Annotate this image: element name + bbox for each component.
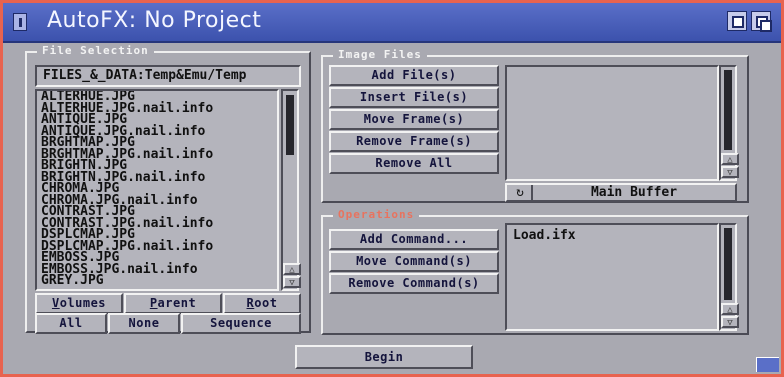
scroll-down-arrow-icon[interactable]: ▽ [721,316,739,328]
operations-scroll-knob[interactable] [724,228,732,300]
file-selection-label: File Selection [37,44,154,57]
scroll-up-arrow-icon[interactable]: △ [721,303,739,315]
image-files-label: Image Files [333,48,427,61]
close-gadget-icon[interactable] [13,13,27,31]
move-frames-button[interactable]: Move Frame(s) [329,109,499,130]
cycle-icon[interactable]: ↻ [509,185,533,200]
select-none-button[interactable]: None [108,313,180,334]
operations-label: Operations [333,208,420,221]
root-button[interactable]: Root [223,293,301,314]
image-files-scroll-track[interactable] [723,69,733,151]
file-list-scroll-knob[interactable] [286,95,294,155]
file-list[interactable]: ALTERHUE.JPG ALTERHUE.JPG.nail.info ANTI… [35,89,279,291]
image-files-scrollbar[interactable]: △ ▽ [719,65,739,181]
move-commands-button[interactable]: Move Command(s) [329,251,499,272]
operations-list-item[interactable]: Load.ifx [507,225,717,246]
scroll-down-arrow-icon[interactable]: ▽ [283,276,301,288]
scroll-up-arrow-icon[interactable]: △ [721,153,739,165]
resize-gadget-icon[interactable] [756,357,779,372]
autofx-window: AutoFX: No Project File Selection FILES_… [0,0,784,377]
zoom-gadget-icon[interactable] [727,11,747,31]
file-list-item[interactable]: GREY.JPG [37,274,277,286]
volumes-button[interactable]: Volumes [35,293,123,314]
operations-scroll-track[interactable] [723,227,733,301]
depth-gadget-icon[interactable] [751,11,772,32]
scroll-up-arrow-icon[interactable]: △ [283,263,301,275]
add-files-button[interactable]: Add File(s) [329,65,499,86]
operations-scrollbar[interactable]: △ ▽ [719,223,739,331]
sequence-button[interactable]: Sequence [181,313,301,334]
buffer-label: Main Buffer [590,185,678,200]
buffer-cycle-gadget[interactable]: ↻ Main Buffer [505,183,737,202]
remove-all-button[interactable]: Remove All [329,153,499,174]
begin-button[interactable]: Begin [295,345,473,369]
image-files-scroll-knob[interactable] [724,70,732,150]
image-files-list[interactable] [505,65,719,181]
remove-commands-button[interactable]: Remove Command(s) [329,273,499,294]
file-list-scrollbar[interactable]: △ ▽ [281,89,301,291]
file-list-scroll-track[interactable] [285,93,295,261]
insert-files-button[interactable]: Insert File(s) [329,87,499,108]
parent-button[interactable]: Parent [124,293,222,314]
window-title: AutoFX: No Project [47,8,262,33]
scroll-down-arrow-icon[interactable]: ▽ [721,166,739,178]
remove-frames-button[interactable]: Remove Frame(s) [329,131,499,152]
add-command-button[interactable]: Add Command... [329,229,499,250]
operations-list[interactable]: Load.ifx [505,223,719,331]
select-all-button[interactable]: All [35,313,107,334]
title-bar[interactable]: AutoFX: No Project [3,3,781,43]
path-field[interactable]: FILES_&_DATA:Temp&Emu/Temp [35,65,301,87]
